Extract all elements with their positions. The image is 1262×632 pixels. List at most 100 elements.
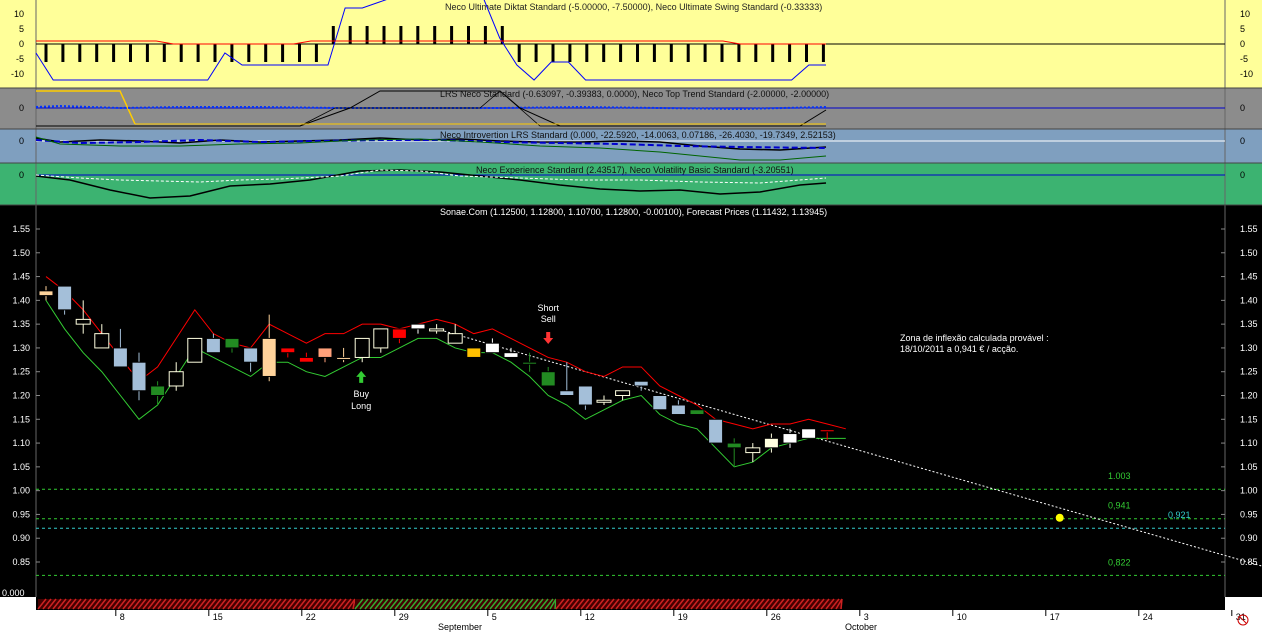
y-tick-label: 1.45 (12, 272, 30, 282)
ultimate-tick-label: 0 (19, 39, 24, 49)
ultimate-hist-bar (805, 44, 808, 62)
y-tick-label: 1.40 (1240, 295, 1258, 305)
candle-body (243, 347, 259, 363)
y-tick-label: 1.55 (1240, 224, 1258, 234)
candle-body (150, 385, 166, 397)
candle-body (801, 428, 817, 439)
ultimate-hist-bar (112, 44, 116, 62)
ultimate-tick-label: 10 (14, 9, 24, 19)
introvertion-tick-left: 0 (19, 136, 24, 146)
ultimate-hist-bar (703, 44, 707, 62)
y-tick-label: 1.00 (12, 486, 30, 496)
candle-body (763, 437, 779, 449)
buy-label-2: Long (351, 401, 371, 411)
annotation-line-2: 18/10/2011 a 0,941 € / acção. (900, 344, 1018, 354)
y-tick-label: 1.45 (1240, 272, 1258, 282)
ultimate-hist-bar (162, 44, 166, 62)
ultimate-tick-label: 5 (19, 24, 24, 34)
ultimate-hist-bar (619, 44, 623, 62)
ultimate-tick-label: -10 (11, 69, 24, 79)
ultimate-tick-label: -5 (16, 54, 24, 64)
candle-body (484, 342, 500, 354)
candle-body (689, 409, 705, 416)
ultimate-hist-bar (145, 44, 149, 62)
level-label: 0,822 (1108, 557, 1131, 567)
ultimate-hist-bar (788, 44, 792, 62)
candle-body (94, 333, 110, 349)
ultimate-hist-bar (771, 44, 775, 62)
candle-body (540, 371, 556, 387)
y-tick-label: 1.25 (12, 367, 30, 377)
ultimate-hist-bar (669, 44, 673, 62)
x-tick-label: 12 (585, 612, 595, 622)
candle-body (373, 328, 389, 349)
ultimate-hist-bar (585, 44, 589, 62)
candle-body (429, 328, 445, 332)
experience-tick-left: 0 (19, 170, 24, 180)
forecast-point (1055, 513, 1064, 522)
x-tick-label: 22 (306, 612, 316, 622)
candle-body (466, 347, 482, 358)
y-tick-label: 1.40 (12, 295, 30, 305)
candle-body (559, 390, 575, 397)
ultimate-hist-bar (652, 44, 656, 62)
candle-body (522, 361, 538, 365)
y-tick-label: 1.00 (1240, 486, 1258, 496)
candle-body (596, 399, 612, 403)
y-tick-label: 1.10 (1240, 438, 1258, 448)
ultimate-hist-bar (602, 44, 606, 62)
y-tick-label: 1.25 (1240, 367, 1258, 377)
y-tick-label: 0.95 (1240, 509, 1258, 519)
introvertion-title: Neco Introvertion LRS Standard (0.000, -… (440, 130, 836, 140)
candle-body (447, 333, 463, 344)
ultimate-title: Neco Ultimate Diktat Standard (-5.00000,… (445, 2, 822, 12)
month-label-september: September (438, 622, 482, 632)
candle-body (782, 433, 798, 444)
experience-title: Neco Experience Standard (2.43517), Neco… (476, 165, 794, 175)
candle-body (410, 323, 426, 330)
candle-body (38, 290, 54, 297)
ultimate-hist-bar (551, 44, 555, 62)
sell-label-1: Short (537, 303, 559, 313)
ultimate-hist-bar (568, 44, 572, 62)
ultimate-tick-label: -5 (1240, 54, 1248, 64)
candle-body (280, 347, 296, 354)
y-tick-label: 1.35 (1240, 319, 1258, 329)
candle-body (819, 429, 835, 433)
candle-body (131, 361, 147, 392)
y-tick-label: 1.15 (12, 414, 30, 424)
level-label: 0,921 (1168, 510, 1191, 520)
main-y-axis-left: 1.55 1.50 1.45 1.40 1.35 1.30 1.25 1.20 1.15 1.10… (12, 224, 30, 567)
x-tick-label: 5 (492, 612, 497, 622)
candle-body (745, 447, 761, 454)
x-tick-label: 3 (864, 612, 869, 622)
ultimate-hist-bar (821, 44, 825, 62)
candle-body (298, 356, 314, 363)
x-tick-label: 29 (399, 612, 409, 622)
chart-canvas: Neco Ultimate Diktat Standard (-5.00000,… (0, 0, 1262, 632)
lrs-tick-left: 0 (19, 103, 24, 113)
candle-body (261, 337, 277, 377)
x-tick-label: 10 (957, 612, 967, 622)
y-tick-label: 1.50 (12, 248, 30, 258)
main-y-axis-right: 1.55 1.50 1.45 1.40 1.35 1.30 1.25 1.20 1.15 1.10… (1240, 224, 1258, 567)
buy-label-1: Buy (353, 389, 369, 399)
x-tick-label: 31 (1236, 612, 1246, 622)
ultimate-tick-label: 10 (1240, 9, 1250, 19)
main-panel (0, 205, 1262, 597)
ultimate-hist-bar (636, 44, 639, 62)
y-tick-label: 1.30 (12, 343, 30, 353)
candle-body (726, 442, 742, 449)
x-tick-label: 26 (771, 612, 781, 622)
lrs-tick-right: 0 (1240, 103, 1245, 113)
corner-left-label: 0.000 (2, 588, 25, 598)
level-label: 0,941 (1108, 501, 1131, 511)
y-tick-label: 1.20 (1240, 391, 1258, 401)
y-tick-label: 1.15 (1240, 414, 1258, 424)
y-tick-label: 1.05 (1240, 462, 1258, 472)
candle-body (354, 337, 370, 358)
candle-body (57, 285, 73, 311)
y-tick-label: 1.05 (12, 462, 30, 472)
y-tick-label: 1.50 (1240, 248, 1258, 258)
candle-body (317, 347, 333, 358)
